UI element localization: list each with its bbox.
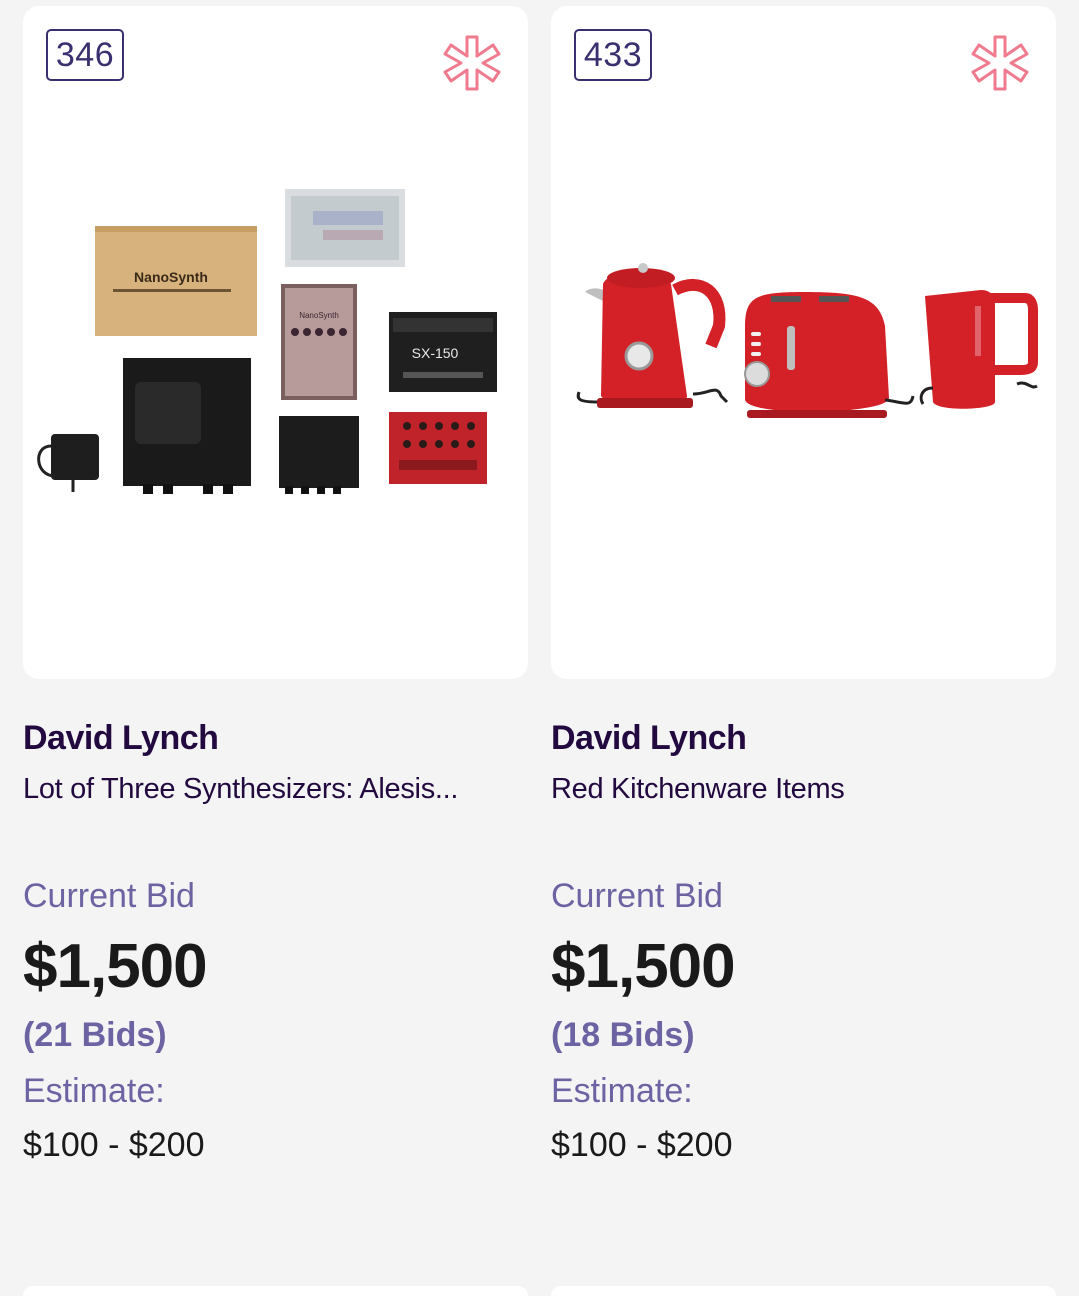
seller-name[interactable]: David Lynch: [23, 719, 528, 765]
lot-grid: NanoSynth NanoSynth SX-150 346 David Lyn…: [0, 0, 1079, 1296]
svg-text:NanoSynth: NanoSynth: [299, 311, 339, 320]
lot-card[interactable]: 433 David Lynch Red Kitchenware Items Cu…: [551, 6, 1056, 1167]
lot-image[interactable]: 433: [551, 6, 1056, 679]
estimate-label: Estimate:: [23, 1072, 165, 1110]
red-kitchenware-photo: [576, 263, 1038, 418]
lot-title[interactable]: Red Kitchenware Items: [551, 769, 1026, 809]
current-bid-label: Current Bid: [551, 877, 723, 915]
estimate-label: Estimate:: [551, 1072, 693, 1110]
next-lot-card-edge: [551, 1286, 1056, 1296]
asterisk-star-outline-icon[interactable]: [967, 32, 1033, 98]
lot-card[interactable]: NanoSynth NanoSynth SX-150 346 David Lyn…: [23, 6, 528, 1167]
lot-number-badge: 433: [574, 29, 652, 81]
current-bid-value: $1,500: [23, 932, 208, 1001]
next-lot-card-edge: [23, 1286, 528, 1296]
asterisk-star-outline-icon[interactable]: [439, 32, 505, 98]
estimate-value: $100 - $200: [23, 1126, 205, 1164]
synthesizer-lot-photo: NanoSynth NanoSynth SX-150: [37, 189, 497, 494]
lot-title[interactable]: Lot of Three Synthesizers: Alesis...: [23, 769, 498, 809]
bid-count[interactable]: (18 Bids): [551, 1013, 1056, 1057]
bid-count[interactable]: (21 Bids): [23, 1013, 528, 1057]
svg-text:NanoSynth: NanoSynth: [134, 269, 208, 285]
seller-name[interactable]: David Lynch: [551, 719, 1056, 765]
estimate-value: $100 - $200: [551, 1126, 733, 1164]
current-bid-label: Current Bid: [23, 877, 195, 915]
lot-number-badge: 346: [46, 29, 124, 81]
lot-image[interactable]: NanoSynth NanoSynth SX-150 346: [23, 6, 528, 679]
svg-text:SX-150: SX-150: [412, 345, 459, 361]
current-bid-value: $1,500: [551, 932, 736, 1001]
